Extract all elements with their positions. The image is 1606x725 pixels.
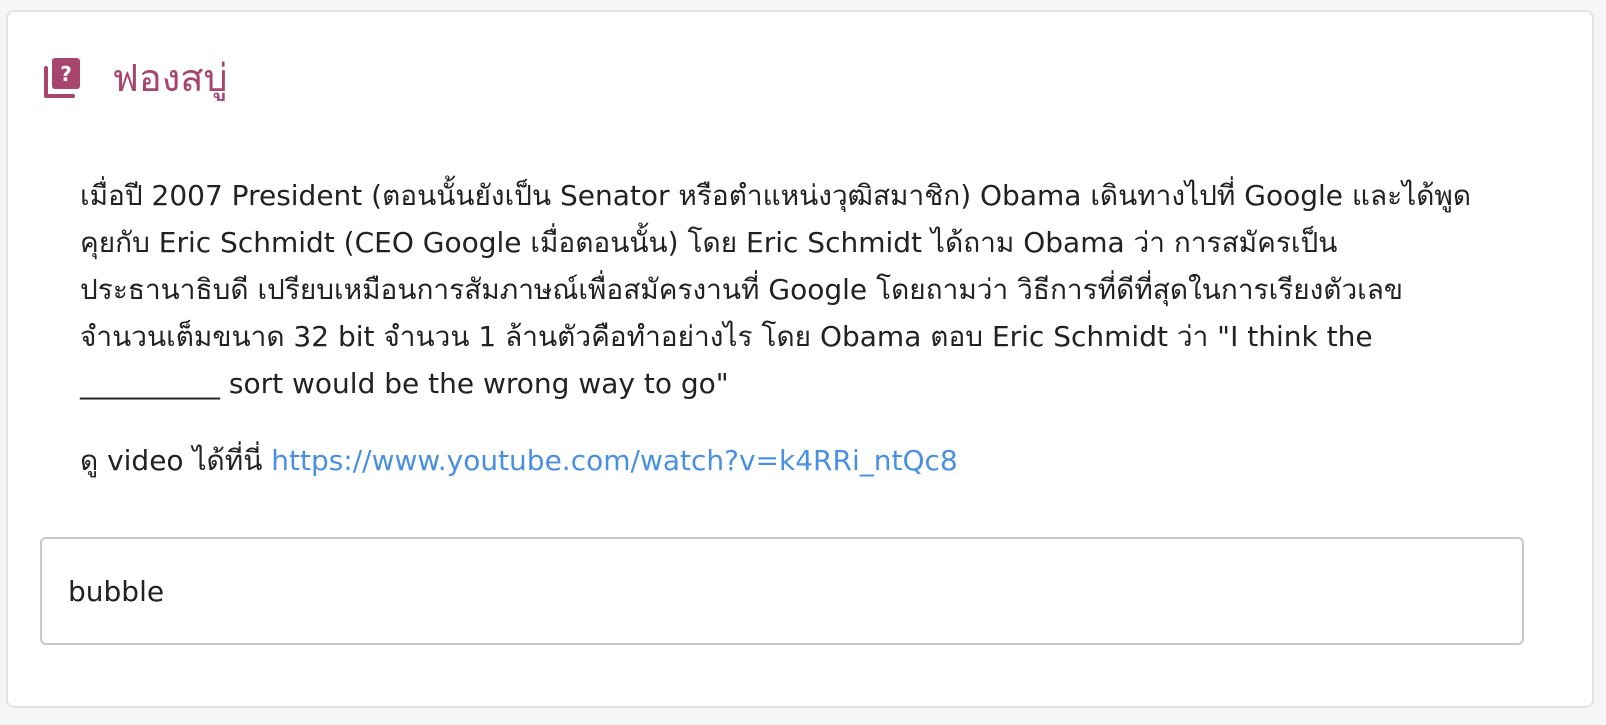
video-prefix: ดู video ได้ที่นี่ <box>80 444 263 477</box>
answer-input[interactable] <box>40 537 1524 645</box>
question-text: เมื่อปี 2007 President (ตอนนั้นยังเป็น S… <box>80 179 1472 400</box>
video-link[interactable]: https://www.youtube.com/watch?v=k4RRi_nt… <box>271 444 957 477</box>
svg-text:?: ? <box>60 62 72 86</box>
question-body: เมื่อปี 2007 President (ตอนนั้นยังเป็น S… <box>80 172 1500 484</box>
question-header: ? ฟองสบู่ <box>42 50 228 106</box>
question-title: ฟองสบู่ <box>112 56 228 100</box>
question-card: ? ฟองสบู่ เมื่อปี 2007 President (ตอนนั้… <box>6 10 1594 708</box>
question-book-icon: ? <box>44 58 80 98</box>
video-line: ดู video ได้ที่นี่ https://www.youtube.c… <box>80 437 1500 484</box>
